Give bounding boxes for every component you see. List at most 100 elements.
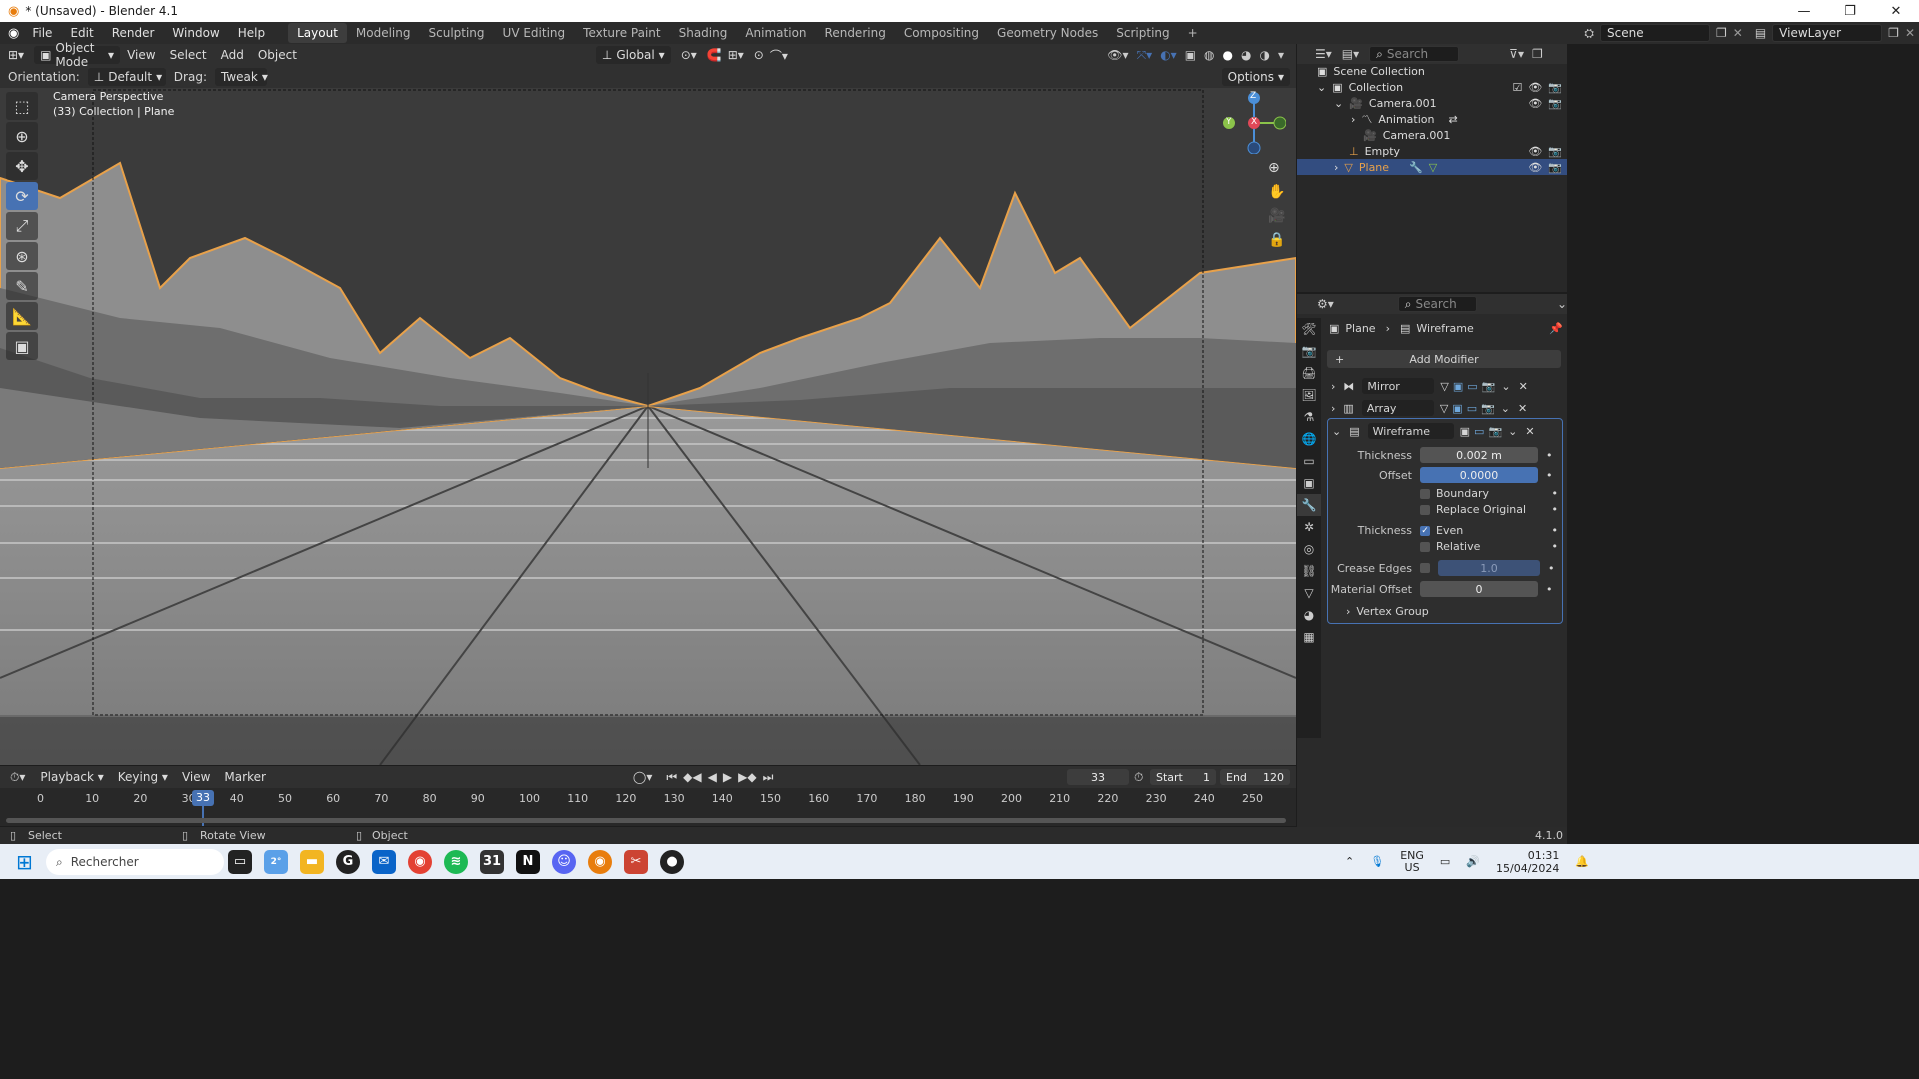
add-modifier-button[interactable]: + Add Modifier: [1327, 350, 1561, 368]
blender-menu-icon[interactable]: ◉: [8, 26, 19, 41]
chrome-icon[interactable]: ◉: [408, 849, 432, 874]
scene-tab-icon[interactable]: ⚗: [1297, 406, 1321, 428]
measure-tool-icon[interactable]: 📐: [6, 302, 38, 330]
tree-plane[interactable]: › ▽ Plane 🔧 ▽ 👁 📷: [1297, 159, 1567, 175]
snap-target-icon[interactable]: ⊞▾: [728, 48, 744, 62]
mirror-modifier-row[interactable]: › ⧓ Mirror ▽ ▣ ▭ 📷 ⌄ ✕: [1331, 377, 1563, 395]
menu-add[interactable]: Add: [214, 48, 251, 62]
minimize-button[interactable]: —: [1781, 0, 1827, 22]
render-camera-icon[interactable]: 📷: [1481, 402, 1495, 415]
view-layer-tab-icon[interactable]: 🖼: [1297, 384, 1321, 406]
snap-icon[interactable]: 🧲: [707, 48, 722, 62]
viewlayer-icon[interactable]: ▤: [1755, 26, 1766, 40]
camera-view-icon[interactable]: 🎥: [1268, 208, 1285, 224]
microphone-icon[interactable]: 🎙: [1370, 855, 1384, 868]
tab-compositing[interactable]: Compositing: [895, 23, 988, 43]
expand-arrow-icon[interactable]: ›: [1334, 161, 1338, 174]
tool-tab-icon[interactable]: 🛠: [1297, 318, 1321, 340]
gizmo-toggle-icon[interactable]: ⤧▾: [1137, 48, 1153, 63]
eye-icon[interactable]: 👁: [1528, 145, 1542, 158]
scene-selector[interactable]: Scene: [1600, 24, 1710, 42]
thickness-field[interactable]: 0.002 m: [1420, 447, 1538, 463]
solid-shading-icon[interactable]: ●: [1223, 48, 1233, 62]
filter-icon[interactable]: ⊽▾: [1509, 47, 1524, 61]
tree-camera[interactable]: ⌄ 🎥 Camera.001 👁 📷: [1334, 95, 1562, 111]
chevron-down-icon[interactable]: ⌄: [1501, 402, 1510, 415]
weather-icon[interactable]: 2°: [264, 849, 288, 874]
menu-window[interactable]: Window: [163, 26, 228, 40]
world-tab-icon[interactable]: 🌐: [1297, 428, 1321, 450]
network-icon[interactable]: ▭: [1440, 855, 1450, 868]
keyframe-dot-icon[interactable]: •: [1546, 449, 1553, 462]
editor-type-icon[interactable]: ⊞▾: [8, 48, 24, 62]
keyframe-dot-icon[interactable]: •: [1546, 469, 1553, 482]
cage-icon[interactable]: ▣: [1460, 425, 1470, 438]
g-app-icon[interactable]: G: [336, 849, 360, 874]
annotate-tool-icon[interactable]: ✎: [6, 272, 38, 300]
realtime-icon[interactable]: ▭: [1467, 380, 1477, 393]
chevron-down-icon[interactable]: ⌄: [1508, 425, 1517, 438]
add-cube-tool-icon[interactable]: ▣: [6, 332, 38, 360]
move-tool-icon[interactable]: ✥: [6, 152, 38, 180]
remove-modifier-icon[interactable]: ✕: [1518, 402, 1527, 415]
scale-tool-icon[interactable]: ⤢: [6, 212, 38, 240]
offset-field[interactable]: 0.0000: [1420, 467, 1538, 483]
new-collection-icon[interactable]: ❐: [1532, 47, 1543, 61]
crease-field[interactable]: 1.0: [1438, 560, 1540, 576]
collapse-arrow-icon[interactable]: ⌄: [1332, 425, 1341, 438]
cursor-tool-icon[interactable]: ⊕: [6, 122, 38, 150]
clock[interactable]: 01:31 15/04/2024: [1496, 849, 1559, 875]
remove-modifier-icon[interactable]: ✕: [1519, 380, 1528, 393]
next-keyframe-icon[interactable]: ▶◆: [738, 770, 756, 784]
discord-icon[interactable]: ☺: [552, 849, 576, 874]
editor-type-icon[interactable]: ⏱▾: [10, 770, 25, 785]
new-viewlayer-icon[interactable]: ❐: [1888, 26, 1899, 40]
pin-icon[interactable]: 📌: [1549, 322, 1563, 335]
close-window-button[interactable]: ✕: [1873, 0, 1919, 22]
edit-mode-icon[interactable]: ▽: [1440, 402, 1448, 415]
crease-checkbox[interactable]: [1420, 563, 1430, 573]
current-frame-field[interactable]: 33: [1067, 769, 1129, 785]
jump-start-icon[interactable]: ⏮: [666, 770, 677, 785]
notion-icon[interactable]: N: [516, 849, 540, 874]
menu-playback[interactable]: Playback ▾: [33, 770, 110, 784]
transform-tool-icon[interactable]: ⊛: [6, 242, 38, 270]
collection-tab-icon[interactable]: ▭: [1297, 450, 1321, 472]
menu-help[interactable]: Help: [229, 26, 274, 40]
wireframe-name-field[interactable]: Wireframe: [1367, 423, 1454, 439]
remove-modifier-icon[interactable]: ✕: [1525, 425, 1534, 438]
play-icon[interactable]: ▶: [723, 770, 732, 784]
snipping-tool-icon[interactable]: ✂: [624, 849, 648, 874]
task-view-icon[interactable]: ▭: [228, 849, 252, 874]
menu-object[interactable]: Object: [251, 48, 304, 62]
calendar-icon[interactable]: 31: [480, 849, 504, 874]
spotify-icon[interactable]: ≋: [444, 849, 468, 874]
clock-icon[interactable]: ⏱: [1134, 770, 1143, 785]
boundary-checkbox[interactable]: Boundary •: [1420, 487, 1558, 500]
wireframe-shading-icon[interactable]: ◍: [1204, 48, 1214, 62]
properties-editor-icon[interactable]: ⚙▾: [1317, 297, 1334, 311]
timeline-scrollbar[interactable]: [6, 818, 1286, 823]
windows-start-icon[interactable]: ⊞: [16, 850, 33, 874]
tab-texture-paint[interactable]: Texture Paint: [574, 23, 669, 43]
taskbar-search-input[interactable]: ⌕ Rechercher: [46, 849, 224, 875]
tab-sculpting[interactable]: Sculpting: [420, 23, 494, 43]
modifier-tab-icon[interactable]: 🔧: [1297, 494, 1321, 516]
language-indicator[interactable]: ENG US: [1400, 849, 1424, 874]
constraints-tab-icon[interactable]: ⛓: [1297, 560, 1321, 582]
rotate-tool-icon[interactable]: ⟳: [6, 182, 38, 210]
pan-hand-icon[interactable]: ✋: [1268, 184, 1285, 200]
material-tab-icon[interactable]: ◕: [1297, 604, 1321, 626]
jump-end-icon[interactable]: ⏭: [763, 770, 774, 785]
render-camera-icon[interactable]: 📷: [1548, 81, 1562, 94]
zoom-icon[interactable]: ⊕: [1268, 160, 1285, 176]
delete-viewlayer-icon[interactable]: ✕: [1905, 26, 1915, 40]
lock-camera-icon[interactable]: 🔒: [1268, 232, 1285, 248]
tab-geometry-nodes[interactable]: Geometry Nodes: [988, 23, 1107, 43]
expand-arrow-icon[interactable]: ›: [1331, 380, 1335, 393]
start-frame-field[interactable]: Start 1: [1150, 769, 1216, 785]
shading-options-icon[interactable]: ▾: [1278, 48, 1284, 62]
object-tab-icon[interactable]: ▣: [1297, 472, 1321, 494]
auto-keying-icon[interactable]: ◯▾: [633, 770, 652, 784]
menu-render[interactable]: Render: [103, 26, 164, 40]
